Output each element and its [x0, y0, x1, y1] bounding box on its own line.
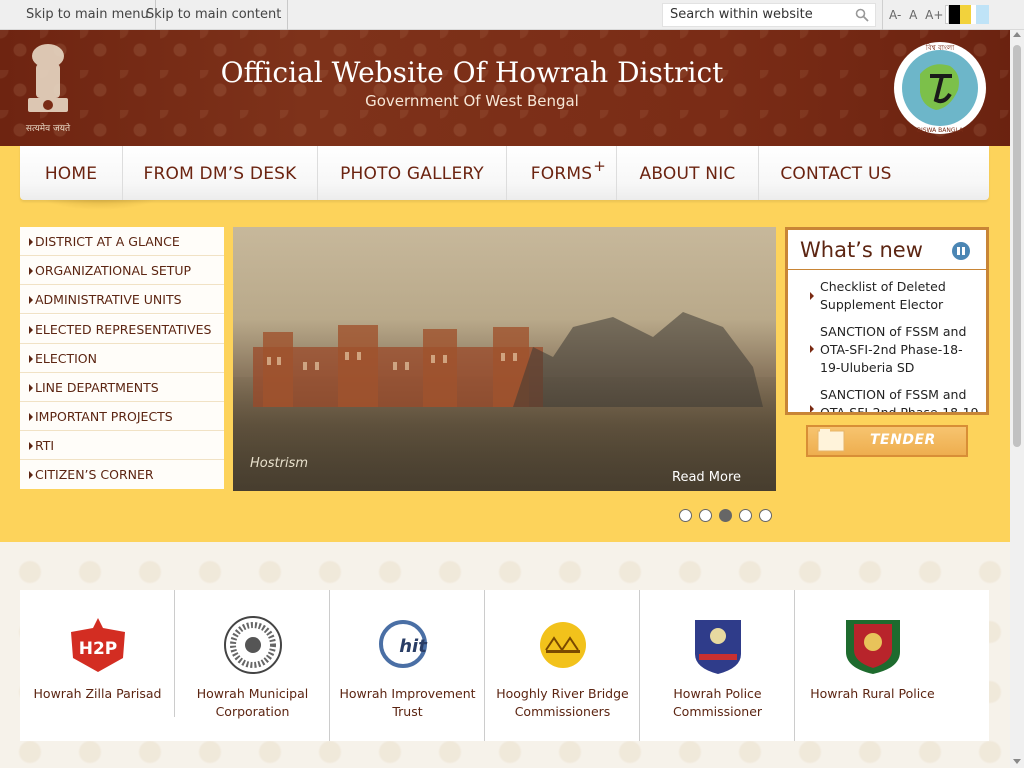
h2p-logo-icon: H2P: [71, 618, 125, 672]
tender-button[interactable]: TENDER: [806, 425, 968, 457]
menu-elected-representatives[interactable]: ELECTED REPRESENTATIVES: [20, 315, 224, 344]
menu-line-departments[interactable]: LINE DEPARTMENTS: [20, 373, 224, 402]
link-label: Hooghly River Bridge Commissioners: [496, 686, 629, 719]
search-icon[interactable]: [855, 8, 869, 22]
image-slider[interactable]: [233, 227, 776, 491]
arrow-right-icon: [29, 384, 33, 392]
quick-links: H2P Howrah Zilla Parisad Howrah Municipa…: [20, 590, 989, 741]
skip-to-menu-link[interactable]: Skip to main menu: [20, 0, 156, 30]
arrow-right-icon: [29, 442, 33, 450]
search-input[interactable]: Search within website: [662, 3, 876, 27]
search-placeholder: Search within website: [670, 7, 813, 22]
link-label: Howrah Municipal Corporation: [196, 686, 309, 719]
slider-dot-3[interactable]: [719, 509, 732, 522]
bridge-silhouette-image: [513, 312, 763, 407]
nav-home[interactable]: HOME: [20, 146, 123, 200]
scroll-down-arrow-icon[interactable]: [1013, 759, 1021, 764]
text-size-controls: A- A A+: [882, 0, 947, 30]
slider-dot-1[interactable]: [679, 509, 692, 522]
folder-icon: [817, 429, 845, 452]
menu-election[interactable]: ELECTION: [20, 344, 224, 373]
scroll-up-arrow-icon[interactable]: [1013, 32, 1021, 37]
arrow-right-icon: [29, 355, 33, 363]
read-more-link[interactable]: Read More: [672, 470, 741, 485]
nav-contact-us[interactable]: CONTACT US: [759, 146, 913, 200]
news-item-3[interactable]: SANCTION of FSSM and OTA-SFI-2nd Phase-1…: [820, 386, 980, 412]
rural-police-badge-icon: [846, 620, 900, 674]
site-subtitle: Government Of West Bengal: [365, 92, 579, 110]
arrow-right-icon: [29, 326, 33, 334]
pause-icon[interactable]: [952, 242, 970, 260]
whats-new-title: What’s new: [800, 238, 923, 262]
arrow-right-icon: [29, 296, 33, 304]
biswa-bangla-logo-icon[interactable]: বিশ্ব বাংলা BISWA BANGLA: [892, 40, 988, 136]
arrow-right-icon: [810, 345, 814, 353]
menu-organizational-setup[interactable]: ORGANIZATIONAL SETUP: [20, 256, 224, 285]
tender-label: TENDER: [870, 432, 936, 448]
link-municipal-corporation[interactable]: Howrah Municipal Corporation: [175, 590, 330, 741]
left-menu: DISTRICT AT A GLANCE ORGANIZATIONAL SETU…: [20, 227, 224, 489]
whats-new-ticker: Checklist of Deleted Supplement Elector …: [788, 271, 986, 412]
link-label: Howrah Rural Police: [810, 686, 935, 701]
menu-important-projects[interactable]: IMPORTANT PROJECTS: [20, 402, 224, 431]
hmc-seal-icon: [224, 616, 282, 674]
whats-new-panel: What’s new Checklist of Deleted Suppleme…: [785, 227, 989, 415]
link-rural-police[interactable]: Howrah Rural Police: [795, 590, 950, 741]
arrow-right-icon: [810, 405, 814, 412]
accessibility-bar: Skip to main menu Skip to main content S…: [0, 0, 1024, 30]
skip-to-content-link[interactable]: Skip to main content: [140, 0, 289, 30]
link-zilla-parisad[interactable]: H2P Howrah Zilla Parisad: [20, 590, 175, 717]
link-improvement-trust[interactable]: hit Howrah Improvement Trust: [330, 590, 485, 741]
slider-watermark: Hostrism: [250, 456, 308, 471]
building-image: [253, 325, 543, 407]
svg-text:सत्यमेव जयते: सत्यमेव जयते: [26, 122, 71, 134]
menu-administrative-units[interactable]: ADMINISTRATIVE UNITS: [20, 285, 224, 314]
nav-about-nic[interactable]: ABOUT NIC: [617, 146, 759, 200]
text-smaller-button[interactable]: A-: [889, 8, 901, 22]
scroll-thumb[interactable]: [1013, 45, 1021, 447]
svg-text:H2P: H2P: [79, 639, 118, 659]
link-label: Howrah Zilla Parisad: [33, 686, 162, 701]
main-nav: HOME FROM DM’S DESK PHOTO GALLERY FORMS …: [20, 146, 989, 200]
news-item-1[interactable]: Checklist of Deleted Supplement Elector: [820, 278, 980, 314]
news-item-2[interactable]: SANCTION of FSSM and OTA-SFI-2nd Phase-1…: [820, 323, 980, 377]
link-label: Howrah Police Commissioner: [672, 686, 763, 719]
arrow-right-icon: [29, 267, 33, 275]
svg-text:hit: hit: [399, 636, 428, 657]
slider-dot-5[interactable]: [759, 509, 772, 522]
site-title: Official Website Of Howrah District: [220, 56, 724, 89]
arrow-right-icon: [29, 238, 33, 246]
nav-forms[interactable]: FORMS +: [507, 146, 617, 200]
link-hrbc[interactable]: Hooghly River Bridge Commissioners: [485, 590, 640, 741]
slider-dot-2[interactable]: [699, 509, 712, 522]
contrast-switcher[interactable]: [945, 5, 989, 24]
site-header: सत्यमेव जयते Official Website Of Howrah …: [0, 30, 1024, 146]
text-larger-button[interactable]: A+: [925, 8, 943, 22]
arrow-right-icon: [29, 471, 33, 479]
menu-district-at-a-glance[interactable]: DISTRICT AT A GLANCE: [20, 227, 224, 256]
arrow-right-icon: [29, 413, 33, 421]
menu-citizens-corner[interactable]: CITIZEN’S CORNER: [20, 460, 224, 489]
nav-photo-gallery[interactable]: PHOTO GALLERY: [318, 146, 507, 200]
svg-text:BISWA BANGLA: BISWA BANGLA: [917, 127, 964, 134]
slider-dot-4[interactable]: [739, 509, 752, 522]
hrbc-logo-icon: [540, 622, 586, 668]
city-police-badge-icon: [695, 620, 741, 674]
link-police-commissioner[interactable]: Howrah Police Commissioner: [640, 590, 795, 741]
expand-plus-icon: +: [593, 157, 606, 175]
text-normal-button[interactable]: A: [909, 8, 917, 22]
arrow-right-icon: [810, 292, 814, 300]
slider-pagination: [679, 509, 779, 523]
link-label: Howrah Improvement Trust: [339, 686, 476, 719]
hit-logo-icon: hit: [379, 620, 428, 668]
menu-rti[interactable]: RTI: [20, 431, 224, 460]
page-scrollbar[interactable]: [1010, 30, 1024, 768]
nav-forms-label: FORMS: [530, 164, 593, 184]
nav-dm-desk[interactable]: FROM DM’S DESK: [123, 146, 318, 200]
svg-text:বিশ্ব বাংলা: বিশ্ব বাংলা: [925, 44, 955, 52]
whats-new-header: What’s new: [788, 230, 986, 270]
